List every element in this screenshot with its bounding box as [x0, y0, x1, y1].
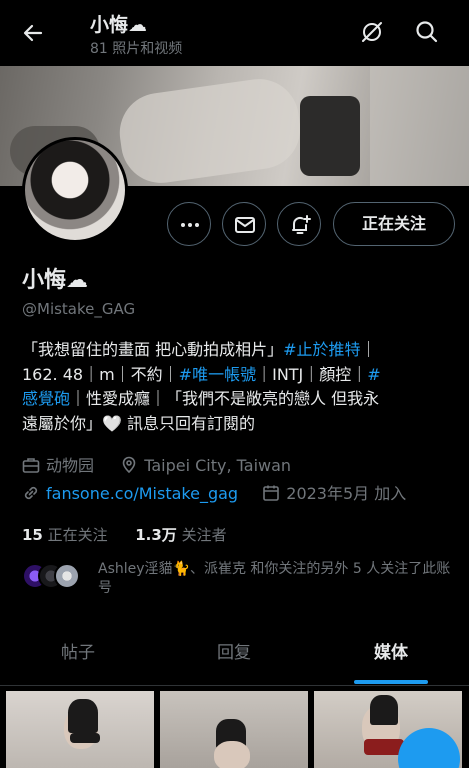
- hashtag-link[interactable]: #唯一帳號: [179, 365, 256, 384]
- join-date: 2023年5月 加入: [286, 484, 407, 503]
- bell-plus-icon: [292, 215, 311, 234]
- followers-link[interactable]: 1.3万 关注者: [135, 526, 226, 544]
- profile-name: 小悔☁: [22, 268, 89, 293]
- location-pin-icon: [122, 456, 136, 474]
- link-icon: [24, 486, 38, 500]
- mail-icon: [235, 217, 255, 233]
- hashtag-link[interactable]: 感覺砲: [22, 389, 70, 408]
- meta-row-1: 动物园 Taipei City, Taiwan: [22, 454, 291, 478]
- profile-bio: 「我想留住的畫面 把心動拍成相片」#止於推特｜ 162. 48｜m｜不約｜#唯一…: [22, 338, 452, 436]
- followers-you-know[interactable]: Ashley淫貓🐈、派崔克 和你关注的另外 5 人关注了此账号: [22, 560, 462, 604]
- profile-category: 动物园: [46, 456, 95, 475]
- profile-handle: @Mistake_GAG: [22, 300, 136, 318]
- media-count: 81 照片和视频: [90, 41, 183, 57]
- followers-count: 1.3万: [135, 526, 177, 544]
- bio-text: ｜INTJ｜顏控｜: [256, 364, 368, 384]
- following-button[interactable]: 正在关注: [333, 202, 455, 246]
- followed-by-text: Ashley淫貓🐈、派崔克 和你关注的另外 5 人关注了此账号: [98, 561, 451, 596]
- following-count: 15: [22, 526, 43, 544]
- bio-text: ｜: [360, 340, 377, 359]
- bio-line: 感覺砲｜性愛成癮｜「我們不是敞亮的戀人 但我永: [22, 387, 452, 412]
- top-bar: 小悔☁ 81 照片和视频: [0, 0, 469, 66]
- profile-tabs: 帖子 回复 媒体: [0, 626, 469, 686]
- profile-website-link[interactable]: fansone.co/Mistake_gag: [46, 484, 238, 503]
- follower-avatar: [54, 563, 80, 589]
- subscribe-notifications-button[interactable]: [277, 202, 321, 246]
- followers-label: 关注者: [181, 526, 227, 544]
- tab-replies[interactable]: 回复: [156, 626, 312, 684]
- bio-line: 「我想留住的畫面 把心動拍成相片」#止於推特｜: [22, 338, 452, 363]
- calendar-icon: [263, 485, 280, 501]
- media-thumbnail[interactable]: [160, 691, 308, 768]
- more-button[interactable]: [167, 202, 211, 246]
- bio-line: 遠屬於你」🤍 訊息只回有訂閱的: [22, 412, 452, 437]
- media-thumbnail[interactable]: [6, 691, 154, 768]
- avatar[interactable]: [22, 137, 128, 243]
- search-icon: [416, 21, 438, 43]
- bio-text: ｜性愛成癮｜「我們不是敞亮的戀人 但我永: [70, 389, 380, 408]
- bio-line: 162. 48｜m｜不約｜#唯一帳號｜INTJ｜顏控｜#: [22, 363, 452, 388]
- profile-location: Taipei City, Taiwan: [144, 456, 292, 475]
- hashtag-link[interactable]: #止於推特: [283, 340, 360, 359]
- back-button[interactable]: [18, 18, 48, 48]
- following-label: 正在关注: [47, 526, 108, 544]
- search-button[interactable]: [413, 18, 441, 46]
- hashtag-link[interactable]: #: [367, 365, 380, 384]
- message-button[interactable]: [222, 202, 266, 246]
- page-title: 小悔☁: [90, 14, 148, 36]
- tab-posts[interactable]: 帖子: [0, 626, 156, 684]
- notifications-off-button[interactable]: [358, 18, 386, 46]
- meta-row-2: fansone.co/Mistake_gag 2023年5月 加入: [22, 482, 406, 506]
- arrow-left-icon: [23, 24, 43, 42]
- follow-stats: 15 正在关注 1.3万 关注者: [22, 524, 227, 545]
- bio-text: 162. 48｜m｜不約｜: [22, 364, 179, 384]
- bio-text: 遠屬於你」🤍 訊息只回有訂閱的: [22, 413, 256, 433]
- more-icon: [181, 223, 199, 227]
- bio-text: 「我想留住的畫面 把心動拍成相片」: [22, 340, 284, 359]
- tab-media[interactable]: 媒体: [313, 626, 469, 684]
- active-tab-indicator: [354, 680, 428, 684]
- briefcase-icon: [22, 458, 40, 473]
- following-link[interactable]: 15 正在关注: [22, 526, 108, 544]
- bell-off-icon: [362, 22, 382, 42]
